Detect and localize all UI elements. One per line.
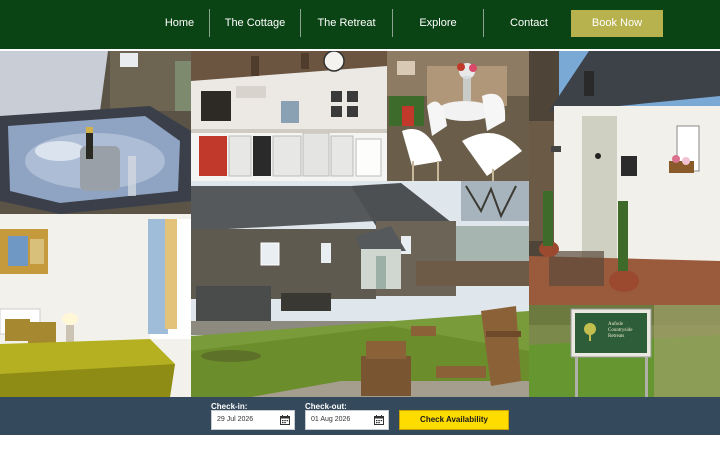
gallery-photo-cottage-exterior[interactable] (191, 181, 529, 397)
gallery-photo-bedroom[interactable] (0, 214, 191, 397)
book-now-button[interactable]: Book Now (571, 10, 663, 37)
main-nav: Home The Cottage The Retreat Explore Con… (150, 9, 574, 37)
gallery-photo-hot-tub[interactable] (0, 51, 191, 214)
calendar-icon[interactable] (374, 415, 384, 425)
check-availability-button[interactable]: Check Availability (399, 410, 509, 430)
nav-the-cottage[interactable]: The Cottage (210, 9, 300, 37)
nav-home[interactable]: Home (150, 9, 209, 37)
checkout-date-value: 01 Aug 2026 (311, 416, 351, 423)
photo-gallery: Aufode Countryside Retreats (0, 51, 720, 397)
site-header: Home The Cottage The Retreat Explore Con… (0, 0, 720, 49)
nav-explore[interactable]: Explore (393, 9, 483, 37)
nav-the-retreat[interactable]: The Retreat (301, 9, 392, 37)
checkin-date-field[interactable]: 29 Jul 2026 (211, 410, 295, 430)
gallery-photo-sign[interactable]: Aufode Countryside Retreats (529, 305, 720, 397)
calendar-icon[interactable] (280, 415, 290, 425)
sign-text-line: Retreats (608, 334, 625, 339)
checkin-date-value: 29 Jul 2026 (217, 416, 254, 423)
gallery-photo-cottage-door[interactable] (529, 51, 720, 305)
nav-contact[interactable]: Contact (484, 9, 574, 37)
gallery-photo-dining[interactable] (387, 51, 529, 181)
page: Home The Cottage The Retreat Explore Con… (0, 0, 720, 450)
footer-strip (0, 435, 720, 450)
gallery-photo-kitchen[interactable] (191, 51, 387, 181)
checkout-date-field[interactable]: 01 Aug 2026 (305, 410, 389, 430)
sign-text: Aufode Countryside Retreats (608, 322, 653, 340)
